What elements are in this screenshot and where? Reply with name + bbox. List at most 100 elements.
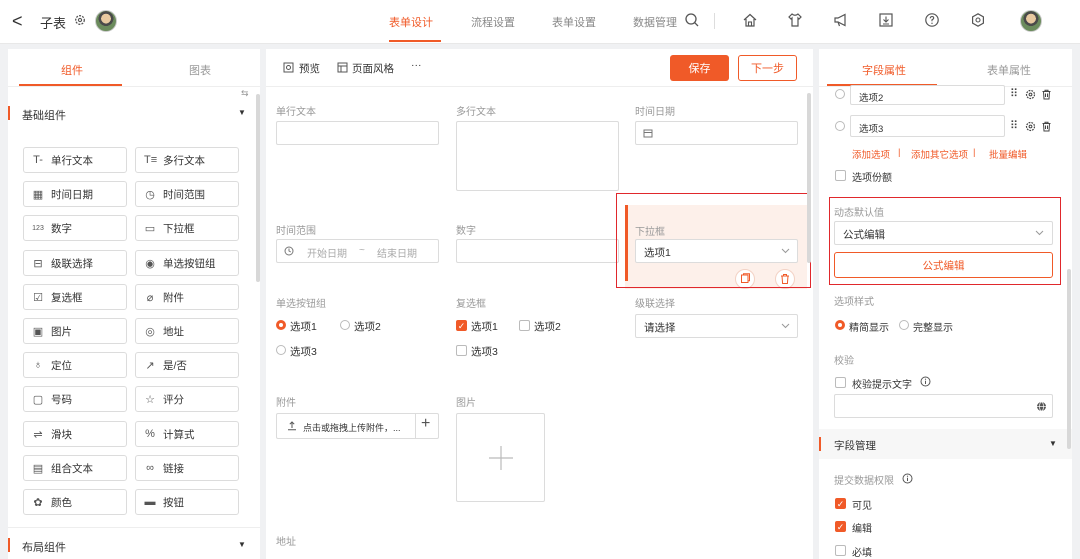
component-label: 滑块 (51, 428, 72, 441)
info-icon[interactable] (902, 473, 913, 484)
option-share-checkbox[interactable] (835, 170, 846, 181)
checkbox-option-1[interactable]: ✓ (456, 320, 467, 331)
settings-icon[interactable] (74, 14, 86, 26)
option-2-radio[interactable] (835, 89, 845, 99)
radio-option-3[interactable] (276, 345, 286, 355)
profile-avatar[interactable] (1020, 10, 1042, 32)
component-button[interactable]: ⊟ 级联选择 (23, 250, 127, 276)
component-button[interactable]: ◉ 单选按钮组 (135, 250, 239, 276)
component-button[interactable]: 123 数字 (23, 215, 127, 241)
option-delete-icon[interactable] (1041, 121, 1052, 132)
validation-hint-input[interactable] (834, 394, 1053, 418)
option-settings-icon[interactable] (1025, 121, 1036, 132)
component-button[interactable]: % 计算式 (135, 421, 239, 447)
tab-form-properties[interactable]: 表单属性 (987, 62, 1031, 78)
preview-icon[interactable] (283, 62, 294, 73)
style-full-radio[interactable] (899, 320, 909, 330)
component-button[interactable]: ▭ 下拉框 (135, 215, 239, 241)
multi-text-input[interactable] (456, 121, 619, 191)
add-other-option-link[interactable]: 添加其它选项 (911, 147, 968, 161)
page-style-icon[interactable] (337, 62, 348, 73)
component-button[interactable]: ♁ 定位 (23, 352, 127, 378)
scrollbar[interactable] (256, 94, 260, 282)
tab-form-design[interactable]: 表单设计 (389, 14, 433, 30)
component-button[interactable]: ↗ 是/否 (135, 352, 239, 378)
megaphone-icon[interactable] (833, 12, 849, 28)
caret-down-icon[interactable]: ▼ (1049, 439, 1057, 448)
download-icon[interactable] (878, 12, 894, 28)
section-basic-components[interactable]: 基础组件 (22, 107, 66, 123)
component-icon: ◎ (145, 325, 155, 338)
cascade-select[interactable]: 请选择 (635, 314, 798, 338)
perm-edit-checkbox[interactable]: ✓ (835, 521, 846, 532)
component-button[interactable]: T≡ 多行文本 (135, 147, 239, 173)
option-3-input[interactable]: 选项3 (850, 115, 1005, 137)
tab-data-management[interactable]: 数据管理 (633, 14, 677, 30)
checkbox-option-3[interactable] (456, 345, 467, 356)
add-icon[interactable]: + (421, 415, 430, 433)
perm-required-checkbox[interactable] (835, 545, 846, 556)
component-button[interactable]: ∞ 链接 (135, 455, 239, 481)
radio-option-1[interactable] (276, 320, 286, 330)
scrollbar[interactable] (807, 93, 811, 263)
info-icon[interactable] (920, 376, 931, 387)
drag-handle-icon[interactable]: ⠿ (1010, 87, 1018, 100)
tab-charts[interactable]: 图表 (189, 62, 211, 78)
component-button[interactable]: ☑ 复选框 (23, 284, 127, 310)
tab-field-properties[interactable]: 字段属性 (862, 62, 906, 78)
validation-hint-checkbox[interactable] (835, 377, 846, 388)
collapse-icon[interactable]: ⇆ (241, 88, 249, 99)
option-2-input[interactable]: 选项2 (850, 85, 1005, 105)
checkbox-option-2[interactable] (519, 320, 530, 331)
home-icon[interactable] (742, 12, 758, 28)
component-button[interactable]: ⌀ 附件 (135, 284, 239, 310)
tab-form-settings[interactable]: 表单设置 (552, 14, 596, 30)
settings-hex-icon[interactable] (970, 12, 986, 28)
more-button[interactable]: ··· (411, 59, 422, 71)
component-button[interactable]: T- 单行文本 (23, 147, 127, 173)
option-delete-icon[interactable] (1041, 89, 1052, 100)
component-button[interactable]: ☆ 评分 (135, 386, 239, 412)
batch-edit-link[interactable]: 批量编辑 (989, 147, 1027, 161)
back-button[interactable]: < (12, 12, 23, 30)
option-settings-icon[interactable] (1025, 89, 1036, 100)
upload-attachment-box[interactable]: 点击或拖拽上传附件，... + (276, 413, 439, 439)
component-button[interactable]: ▣ 图片 (23, 318, 127, 344)
next-step-button[interactable]: 下一步 (738, 55, 797, 81)
preview-button[interactable]: 预览 (299, 61, 320, 76)
component-button[interactable]: ◷ 时间范围 (135, 181, 239, 207)
style-compact-radio[interactable] (835, 320, 845, 330)
add-option-link[interactable]: 添加选项 (852, 147, 890, 161)
component-button[interactable]: ▦ 时间日期 (23, 181, 127, 207)
component-button[interactable]: ▬ 按钮 (135, 489, 239, 515)
scrollbar[interactable] (1067, 269, 1071, 449)
user-avatar[interactable] (95, 10, 117, 32)
option-3-radio[interactable] (835, 121, 845, 131)
component-button[interactable]: ✿ 颜色 (23, 489, 127, 515)
save-button[interactable]: 保存 (670, 55, 729, 81)
drag-handle-icon[interactable]: ⠿ (1010, 119, 1018, 132)
component-button[interactable]: ▤ 组合文本 (23, 455, 127, 481)
globe-icon[interactable] (1036, 401, 1047, 412)
single-text-input[interactable] (276, 121, 439, 145)
perm-visible-checkbox[interactable]: ✓ (835, 498, 846, 509)
datetime-input[interactable] (635, 121, 798, 145)
component-button[interactable]: ▢ 号码 (23, 386, 127, 412)
page-style-button[interactable]: 页面风格 (352, 61, 394, 76)
tab-components[interactable]: 组件 (61, 62, 83, 78)
tab-process-settings[interactable]: 流程设置 (471, 14, 515, 30)
component-button[interactable]: ⇌ 滑块 (23, 421, 127, 447)
field-label-single-text: 单行文本 (276, 107, 316, 118)
image-upload-box[interactable] (456, 413, 545, 502)
shirt-icon[interactable] (787, 12, 803, 28)
number-input[interactable] (456, 239, 619, 263)
caret-down-icon[interactable]: ▼ (238, 108, 246, 117)
section-layout-components[interactable]: 布局组件 (22, 539, 66, 555)
search-icon[interactable] (684, 12, 700, 28)
time-range-input[interactable]: 开始日期 ~ 结束日期 (276, 239, 439, 263)
caret-down-icon[interactable]: ▼ (238, 540, 246, 549)
help-icon[interactable] (924, 12, 940, 28)
section-accent (8, 538, 10, 552)
radio-option-2[interactable] (340, 320, 350, 330)
component-button[interactable]: ◎ 地址 (135, 318, 239, 344)
